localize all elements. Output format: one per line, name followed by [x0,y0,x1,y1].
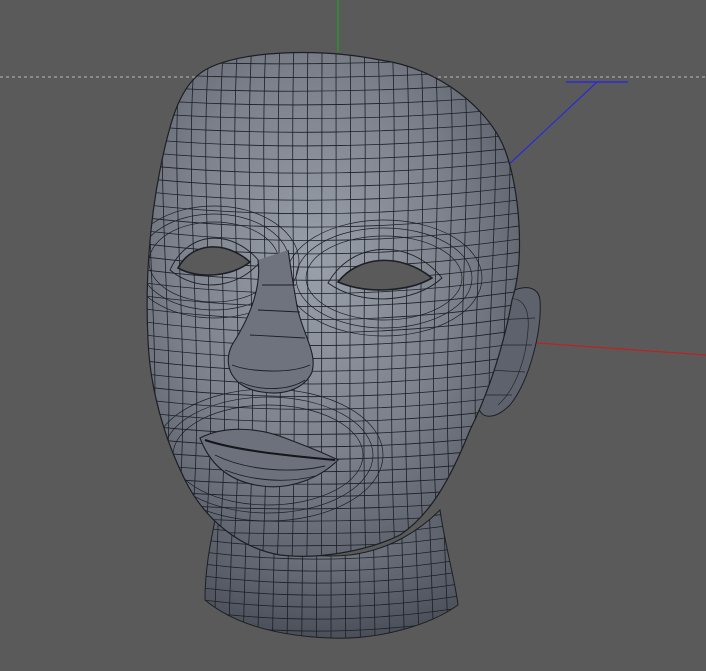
head-mesh[interactable] [126,40,540,580]
viewport-canvas[interactable] [0,0,706,671]
3d-viewport[interactable] [0,0,706,671]
mesh-edge [126,40,141,580]
mesh-edge [205,510,206,639]
mesh-edge [456,510,458,639]
